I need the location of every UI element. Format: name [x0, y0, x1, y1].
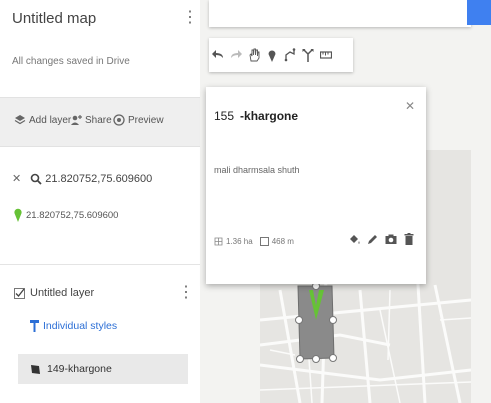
polygon-shape[interactable]	[290, 280, 340, 365]
divider	[0, 264, 200, 265]
feature-measurements: 1.36 ha 468 m	[214, 237, 294, 246]
feature-info-card: 155 -khargone ✕ mali dharmsala shuth 1.3…	[206, 87, 426, 284]
layer-title[interactable]: Untitled layer	[30, 287, 94, 299]
pan-hand-button[interactable]	[245, 38, 263, 72]
feature-description: mali dharmsala shuth	[214, 165, 300, 175]
pin-coordinates: 21.820752,75.609600	[26, 209, 119, 221]
feature-number: 155	[214, 109, 235, 123]
add-person-icon	[71, 115, 82, 125]
trash-icon	[404, 233, 414, 245]
redo-button[interactable]	[227, 38, 245, 72]
add-layer-button[interactable]: Add layer	[14, 114, 71, 126]
layer-feature-item[interactable]: 149-khargone	[18, 354, 188, 384]
add-marker-button[interactable]	[263, 38, 281, 72]
pencil-icon	[368, 235, 377, 244]
individual-styles-label: Individual styles	[43, 320, 118, 332]
directions-icon	[302, 49, 314, 62]
style-bucket-button[interactable]	[349, 233, 360, 245]
add-layer-icon	[14, 115, 26, 125]
search-result-row: ✕ 21.820752,75.609600	[12, 172, 152, 186]
preview-eye-icon	[113, 114, 125, 126]
layer-toolbar: Add layer Share Preview	[0, 97, 200, 147]
undo-button[interactable]	[209, 38, 227, 72]
feature-area: 1.36 ha	[226, 237, 253, 246]
map-title[interactable]: Untitled map	[12, 10, 96, 27]
search-result-pin-item[interactable]: 21.820752,75.609600	[14, 208, 118, 222]
search-query[interactable]: 21.820752,75.609600	[45, 173, 152, 185]
feature-name: 149-khargone	[47, 363, 112, 375]
marker-icon	[268, 50, 276, 62]
individual-styles-link[interactable]: Individual styles	[30, 320, 117, 332]
undo-icon	[212, 50, 223, 58]
more-options-icon[interactable]: ⋮	[182, 10, 198, 26]
measure-button[interactable]	[317, 38, 335, 72]
layer-header: Untitled layer	[14, 287, 94, 299]
close-icon[interactable]: ✕	[405, 99, 415, 113]
directions-button[interactable]	[299, 38, 317, 72]
layer-options-icon[interactable]: ⋮	[178, 285, 194, 301]
card-actions	[349, 233, 414, 245]
search-icon	[30, 173, 42, 185]
area-icon	[214, 237, 223, 246]
feature-title: -khargone	[240, 109, 299, 123]
add-layer-label: Add layer	[29, 114, 72, 126]
draw-line-button[interactable]	[281, 38, 299, 72]
hand-icon	[249, 48, 260, 62]
map-pin-icon	[14, 208, 22, 222]
feature-perimeter: 468 m	[271, 237, 294, 246]
delete-button[interactable]	[404, 233, 414, 245]
close-icon[interactable]: ✕	[12, 172, 21, 185]
share-button[interactable]: Share	[70, 114, 112, 126]
camera-icon	[385, 234, 397, 244]
left-panel: Untitled map ⋮ All changes saved in Driv…	[0, 0, 200, 403]
map-search-button[interactable]	[467, 0, 491, 25]
paint-roller-icon	[30, 320, 39, 332]
card-title: 155 -khargone	[214, 109, 298, 123]
paint-bucket-icon	[350, 235, 360, 244]
checkbox-checked-icon[interactable]	[14, 287, 25, 299]
ruler-icon	[320, 51, 332, 59]
preview-button[interactable]: Preview	[113, 114, 164, 126]
map-tools-bar	[209, 38, 353, 72]
map-search-input[interactable]	[209, 0, 471, 27]
polygon-icon	[31, 364, 40, 374]
draw-line-icon	[284, 48, 296, 62]
save-status: All changes saved in Drive	[12, 56, 130, 67]
edit-button[interactable]	[367, 233, 378, 245]
add-image-button[interactable]	[385, 233, 397, 245]
perimeter-icon	[259, 237, 269, 246]
preview-label: Preview	[128, 114, 164, 126]
redo-icon	[231, 50, 242, 58]
share-label: Share	[85, 114, 112, 126]
